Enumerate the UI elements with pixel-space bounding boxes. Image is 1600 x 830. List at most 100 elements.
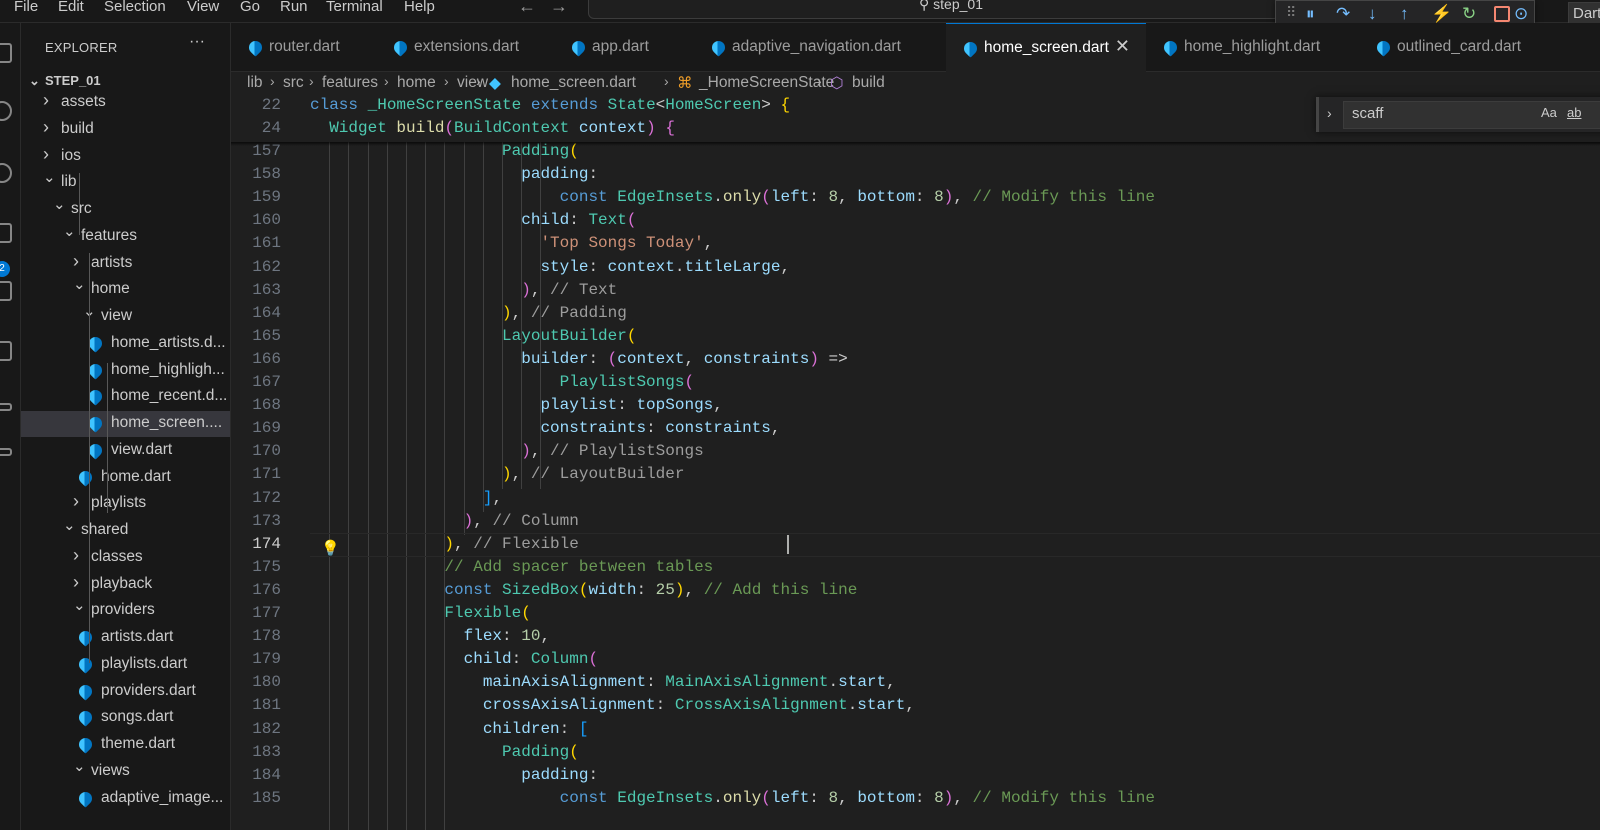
hot-reload-icon[interactable]: ⚡ [1431, 4, 1452, 24]
code-line[interactable]: 180 mainAxisAlignment: MainAxisAlignment… [231, 673, 1600, 696]
tree-folder[interactable]: ⌄ src [21, 196, 230, 223]
tree-folder[interactable]: › ios [21, 144, 230, 170]
code-line[interactable]: 170 ), // PlaylistSongs [231, 442, 1600, 465]
code-line[interactable]: 164 ), // Padding [231, 304, 1600, 327]
breadcrumb-item[interactable]: home_screen.dart [511, 74, 636, 92]
tree-folder[interactable]: ⌄ providers [21, 597, 230, 624]
code-line[interactable]: 175 // Add spacer between tables [231, 558, 1600, 581]
back-arrow-icon[interactable]: ← [518, 0, 536, 17]
tree-folder[interactable]: › build [21, 117, 230, 143]
run-debug-icon[interactable] [0, 223, 12, 243]
breadcrumb-item[interactable]: src [283, 74, 304, 92]
editor-tab[interactable]: home_highlight.dart [1146, 23, 1360, 71]
code-line[interactable]: 181 crossAxisAlignment: CrossAxisAlignme… [231, 696, 1600, 719]
editor-tab[interactable]: extensions.dart [376, 23, 555, 71]
pause-icon[interactable]: ⏸ [1306, 4, 1315, 24]
editor-tab[interactable]: adaptive_navigation.dart [694, 23, 947, 71]
menu-view[interactable]: View [187, 0, 219, 15]
whole-word-toggle[interactable]: ab [1567, 105, 1581, 120]
code-line[interactable]: 167 PlaylistSongs( [231, 373, 1600, 396]
code-line[interactable]: 160 child: Text( [231, 211, 1600, 234]
tree-folder[interactable]: › playlists [21, 491, 230, 517]
code-line[interactable]: 169 constraints: constraints, [231, 419, 1600, 442]
editor-tab[interactable]: router.dart [231, 23, 377, 71]
more-actions-icon[interactable]: ··· [189, 33, 205, 51]
code-line[interactable]: 163 ), // Text [231, 281, 1600, 304]
tree-file[interactable]: providers.dart [21, 679, 230, 705]
breadcrumb-item[interactable]: build [852, 74, 885, 92]
tree-folder[interactable]: ⌄ views [21, 758, 230, 785]
code-line[interactable]: 183 Padding( [231, 743, 1600, 766]
code-line[interactable]: 174 ), // Flexible [231, 535, 1600, 558]
menu-selection[interactable]: Selection [104, 0, 166, 15]
tree-file[interactable]: home_screen.... [21, 411, 230, 437]
code-line[interactable]: 162 style: context.titleLarge, [231, 258, 1600, 281]
code-line[interactable]: 177 Flexible( [231, 604, 1600, 627]
tree-folder[interactable]: › classes [21, 545, 230, 571]
tree-file[interactable]: theme.dart [21, 732, 230, 758]
tree-folder[interactable]: ⌄ features [21, 223, 230, 250]
code-line[interactable]: 161 'Top Songs Today', [231, 234, 1600, 257]
menu-edit[interactable]: Edit [58, 0, 84, 15]
code-line[interactable]: 165 LayoutBuilder( [231, 327, 1600, 350]
match-case-toggle[interactable]: Aa [1541, 105, 1557, 120]
find-input[interactable]: scaff [1343, 101, 1600, 129]
tree-folder[interactable]: ⌄view [21, 303, 230, 330]
search-activity-icon[interactable] [0, 101, 12, 121]
breadcrumb-item[interactable]: home [397, 74, 436, 92]
menu-file[interactable]: File [14, 0, 38, 15]
devtools-search-icon[interactable]: ⊙ [1514, 4, 1528, 24]
editor-tab[interactable]: app.dart [554, 23, 695, 71]
tree-folder[interactable]: › artists [21, 251, 230, 277]
code-line[interactable]: 168 playlist: topSongs, [231, 396, 1600, 419]
tree-folder[interactable]: › playback [21, 572, 230, 598]
editor-tab[interactable]: home_screen.dart ✕ [946, 23, 1147, 72]
code-line[interactable]: 184 padding: [231, 766, 1600, 789]
tree-folder[interactable]: › assets [21, 90, 230, 116]
tree-file[interactable]: adaptive_image... [21, 786, 230, 812]
code-line[interactable]: 185 const EdgeInsets.only(left: 8, botto… [231, 789, 1600, 812]
menu-help[interactable]: Help [404, 0, 435, 15]
source-control-icon[interactable] [0, 163, 12, 183]
remote-icon[interactable] [0, 448, 12, 456]
code-editor[interactable]: 💡 22 class _HomeScreenState extends State… [231, 96, 1600, 830]
testing-icon[interactable] [0, 341, 12, 361]
chevron-right-icon[interactable]: › [1327, 105, 1332, 121]
step-out-icon[interactable]: ↑ [1400, 4, 1409, 24]
command-center[interactable]: ⚲ step_01 [588, 0, 1280, 19]
tree-file[interactable]: home_highligh... [21, 358, 230, 384]
step-over-icon[interactable]: ↷ [1336, 4, 1350, 24]
restart-icon[interactable]: ↻ [1462, 4, 1476, 24]
editor-tab[interactable]: outlined_card.dart [1359, 23, 1600, 71]
breadcrumb-item[interactable]: _HomeScreenState [699, 74, 834, 92]
tree-file[interactable]: home_artists.d... [21, 331, 230, 357]
code-line[interactable]: 159 const EdgeInsets.only(left: 8, botto… [231, 188, 1600, 211]
code-line[interactable]: 173 ), // Column [231, 512, 1600, 535]
forward-arrow-icon[interactable]: → [550, 0, 568, 17]
flutter-icon[interactable] [0, 403, 12, 411]
tree-file[interactable]: playlists.dart [21, 652, 230, 678]
breadcrumb-item[interactable]: view [457, 74, 488, 92]
drag-handle-icon[interactable]: ⠿ [1286, 4, 1296, 21]
tree-folder[interactable]: ⌄ lib [21, 169, 230, 196]
tree-file[interactable]: home_recent.d... [21, 384, 230, 410]
breadcrumb-item[interactable]: features [322, 74, 378, 92]
step-into-icon[interactable]: ↓ [1368, 4, 1377, 24]
tree-folder[interactable]: ⌄ home [21, 276, 230, 303]
code-line[interactable]: 172 ], [231, 489, 1600, 512]
tree-file[interactable]: artists.dart [21, 625, 230, 651]
menu-terminal[interactable]: Terminal [326, 0, 383, 15]
tree-file[interactable]: songs.dart [21, 705, 230, 731]
workspace-root[interactable]: ⌄ STEP_01 [29, 73, 101, 89]
tree-folder[interactable]: ⌄ shared [21, 517, 230, 544]
code-line[interactable]: 178 flex: 10, [231, 627, 1600, 650]
code-line[interactable]: 166 builder: (context, constraints) => [231, 350, 1600, 373]
extensions-icon[interactable] [0, 281, 12, 301]
tree-file[interactable]: view.dart [21, 438, 230, 464]
stop-icon[interactable] [1494, 6, 1510, 22]
explorer-icon[interactable] [0, 43, 12, 63]
breadcrumb-item[interactable]: lib [247, 74, 263, 92]
tree-file[interactable]: home.dart [21, 465, 230, 491]
code-line[interactable]: 176 const SizedBox(width: 25), // Add th… [231, 581, 1600, 604]
code-line[interactable]: 179 child: Column( [231, 650, 1600, 673]
